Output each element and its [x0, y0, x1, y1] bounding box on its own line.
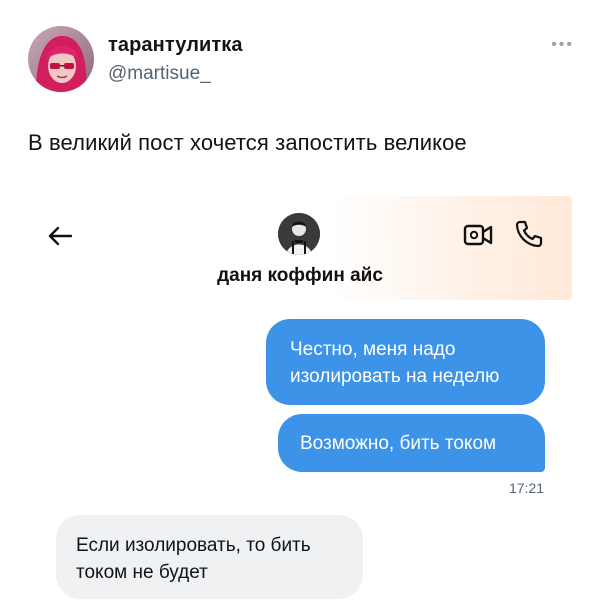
tweet-text: В великий пост хочется запостить великое: [28, 130, 467, 155]
message-incoming[interactable]: Если изолировать, то бить током не будет: [56, 515, 363, 599]
more-dots-icon[interactable]: •••: [551, 36, 574, 54]
message-timestamp: 17:21: [508, 480, 544, 496]
message-text-line: током не будет: [76, 562, 208, 583]
message-text-line: Возможно, бить током: [300, 433, 497, 454]
video-call-icon[interactable]: [463, 222, 493, 248]
message-text-line: изолировать на неделю: [290, 366, 500, 387]
contact-avatar[interactable]: [278, 213, 320, 255]
message-outgoing[interactable]: Возможно, бить током: [278, 414, 545, 472]
message-text-line: Если изолировать, то бить: [76, 535, 311, 556]
arrow-left-icon[interactable]: [46, 222, 74, 250]
message-outgoing[interactable]: Честно, меня надо изолировать на неделю: [266, 319, 545, 405]
contact-name[interactable]: даня коффин айс: [0, 265, 600, 287]
author-avatar[interactable]: [28, 26, 94, 92]
phone-call-icon[interactable]: [514, 219, 544, 249]
author-display-name[interactable]: тарантулитка: [108, 34, 243, 57]
author-handle[interactable]: @martisue_: [108, 63, 211, 85]
message-text-line: Честно, меня надо: [290, 339, 456, 360]
tweet-screenshot: тарантулитка @martisue_ ••• В великий по…: [0, 0, 600, 600]
